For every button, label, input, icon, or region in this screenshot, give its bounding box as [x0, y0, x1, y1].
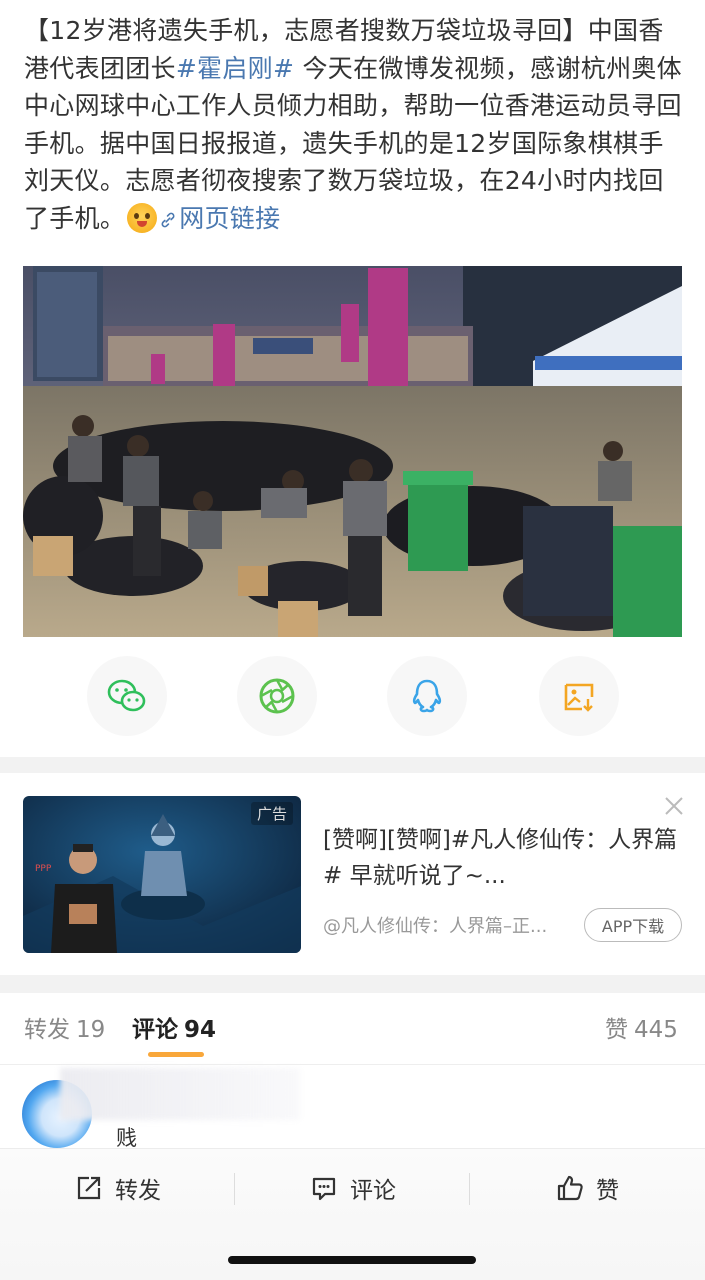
share-row: [0, 656, 705, 740]
ad-badge: 广告: [250, 802, 293, 825]
tab-comment-label: 评论: [132, 1017, 178, 1043]
section-separator-2: [0, 975, 705, 993]
ad-source[interactable]: @凡人修仙传：人界篇–正...: [323, 912, 547, 938]
tab-repost[interactable]: 转发 19: [24, 1010, 105, 1044]
active-tab-indicator: [148, 1052, 204, 1057]
thumbs-up-icon: [557, 1175, 583, 1201]
weibo-post-page: 【12岁港将遗失手机，志愿者搜数万袋垃圾寻回】中国香港代表团团长#霍启刚# 今天…: [0, 0, 705, 1280]
tab-like-label: 赞: [605, 1017, 628, 1043]
tab-comment[interactable]: 评论 94: [132, 1010, 216, 1044]
ad-title[interactable]: [赞啊][赞啊]#凡人修仙传：人界篇# 早就听说了~...: [323, 822, 683, 894]
action-divider: [234, 1173, 235, 1205]
save-image-button[interactable]: [539, 656, 619, 736]
comment-icon: [312, 1177, 336, 1201]
interaction-tabs: 转发 19 评论 94 赞 445: [0, 1010, 705, 1060]
tab-comment-count: 94: [184, 1017, 217, 1043]
tab-like-count: 445: [634, 1017, 678, 1043]
close-icon[interactable]: [662, 794, 686, 818]
tab-repost-count: 19: [76, 1017, 106, 1043]
svg-text:PPP: PPP: [35, 864, 52, 874]
hashtag-link[interactable]: #霍启刚#: [176, 54, 294, 83]
like-button[interactable]: 赞: [556, 1171, 619, 1205]
section-separator: [0, 757, 705, 773]
comment-label: 评论: [350, 1178, 396, 1204]
volunteers-sorting-garbage-image: [23, 266, 682, 637]
ad-thumbnail[interactable]: PPP 广告: [23, 796, 301, 953]
moments-icon: [259, 678, 295, 714]
qq-icon: [412, 679, 442, 713]
blurred-username: [60, 1068, 300, 1120]
web-link[interactable]: 网页链接: [159, 204, 280, 233]
comment-button[interactable]: 评论: [310, 1171, 396, 1205]
emoji-icon: [127, 202, 158, 233]
share-wechat-button[interactable]: [87, 656, 167, 736]
action-divider-2: [469, 1173, 470, 1205]
web-link-label: 网页链接: [179, 203, 281, 233]
save-image-icon: [564, 683, 594, 712]
wechat-icon: [107, 679, 146, 712]
share-moments-button[interactable]: [237, 656, 317, 736]
like-label: 赞: [596, 1178, 619, 1204]
post-photo[interactable]: [23, 266, 682, 637]
tab-repost-label: 转发: [24, 1017, 70, 1043]
home-indicator[interactable]: [228, 1256, 476, 1264]
tab-divider: [0, 1064, 705, 1065]
app-download-button[interactable]: APP下载: [584, 908, 682, 942]
share-qq-button[interactable]: [387, 656, 467, 736]
tab-like[interactable]: 赞 445: [605, 1010, 678, 1044]
repost-button[interactable]: 转发: [75, 1171, 161, 1205]
repost-label: 转发: [115, 1178, 161, 1204]
link-icon: [161, 212, 175, 227]
repost-icon: [77, 1176, 101, 1200]
post-text: 【12岁港将遗失手机，志愿者搜数万袋垃圾寻回】中国香港代表团团长#霍启刚# 今天…: [24, 12, 684, 237]
